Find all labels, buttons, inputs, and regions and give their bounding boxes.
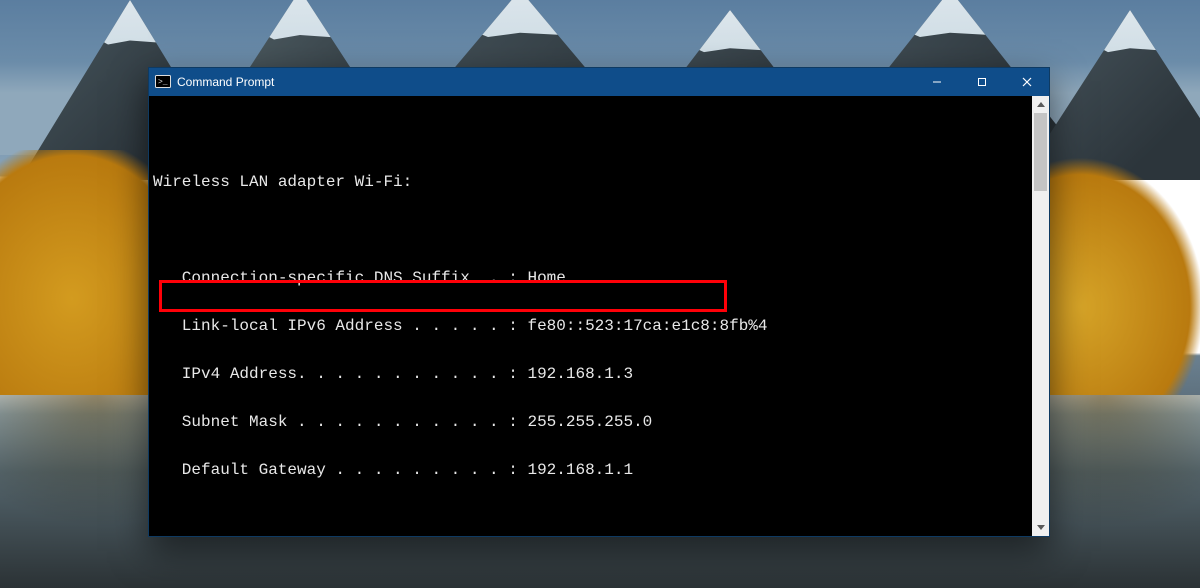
scroll-up-button[interactable] xyxy=(1032,96,1049,113)
wifi-ipv4: IPv4 Address. . . . . . . . . . . : 192.… xyxy=(153,362,1028,386)
wifi-link-local-ipv6: Link-local IPv6 Address . . . . . : fe80… xyxy=(153,314,1028,338)
blank-line xyxy=(153,122,1028,146)
terminal-output[interactable]: Wireless LAN adapter Wi-Fi: Connection-s… xyxy=(149,96,1032,536)
adapter-header-wifi: Wireless LAN adapter Wi-Fi: xyxy=(153,170,1028,194)
scrollbar-track[interactable] xyxy=(1032,113,1049,519)
svg-text:>_: >_ xyxy=(158,78,168,87)
wifi-subnet: Subnet Mask . . . . . . . . . . . : 255.… xyxy=(153,410,1028,434)
titlebar[interactable]: >_ Command Prompt xyxy=(149,68,1049,96)
blank-line xyxy=(153,218,1028,242)
command-prompt-icon: >_ xyxy=(155,74,171,90)
minimize-button[interactable] xyxy=(914,68,959,96)
command-prompt-window[interactable]: >_ Command Prompt Wireless LAN adapter W… xyxy=(148,67,1050,537)
vertical-scrollbar[interactable] xyxy=(1032,96,1049,536)
wifi-dns-suffix: Connection-specific DNS Suffix . : Home xyxy=(153,266,1028,290)
scrollbar-thumb[interactable] xyxy=(1034,113,1047,191)
scroll-down-button[interactable] xyxy=(1032,519,1049,536)
maximize-button[interactable] xyxy=(959,68,1004,96)
client-area: Wireless LAN adapter Wi-Fi: Connection-s… xyxy=(149,96,1049,536)
close-button[interactable] xyxy=(1004,68,1049,96)
window-title: Command Prompt xyxy=(177,75,274,89)
blank-line xyxy=(153,506,1028,530)
wifi-default-gateway: Default Gateway . . . . . . . . . : 192.… xyxy=(153,458,1028,482)
